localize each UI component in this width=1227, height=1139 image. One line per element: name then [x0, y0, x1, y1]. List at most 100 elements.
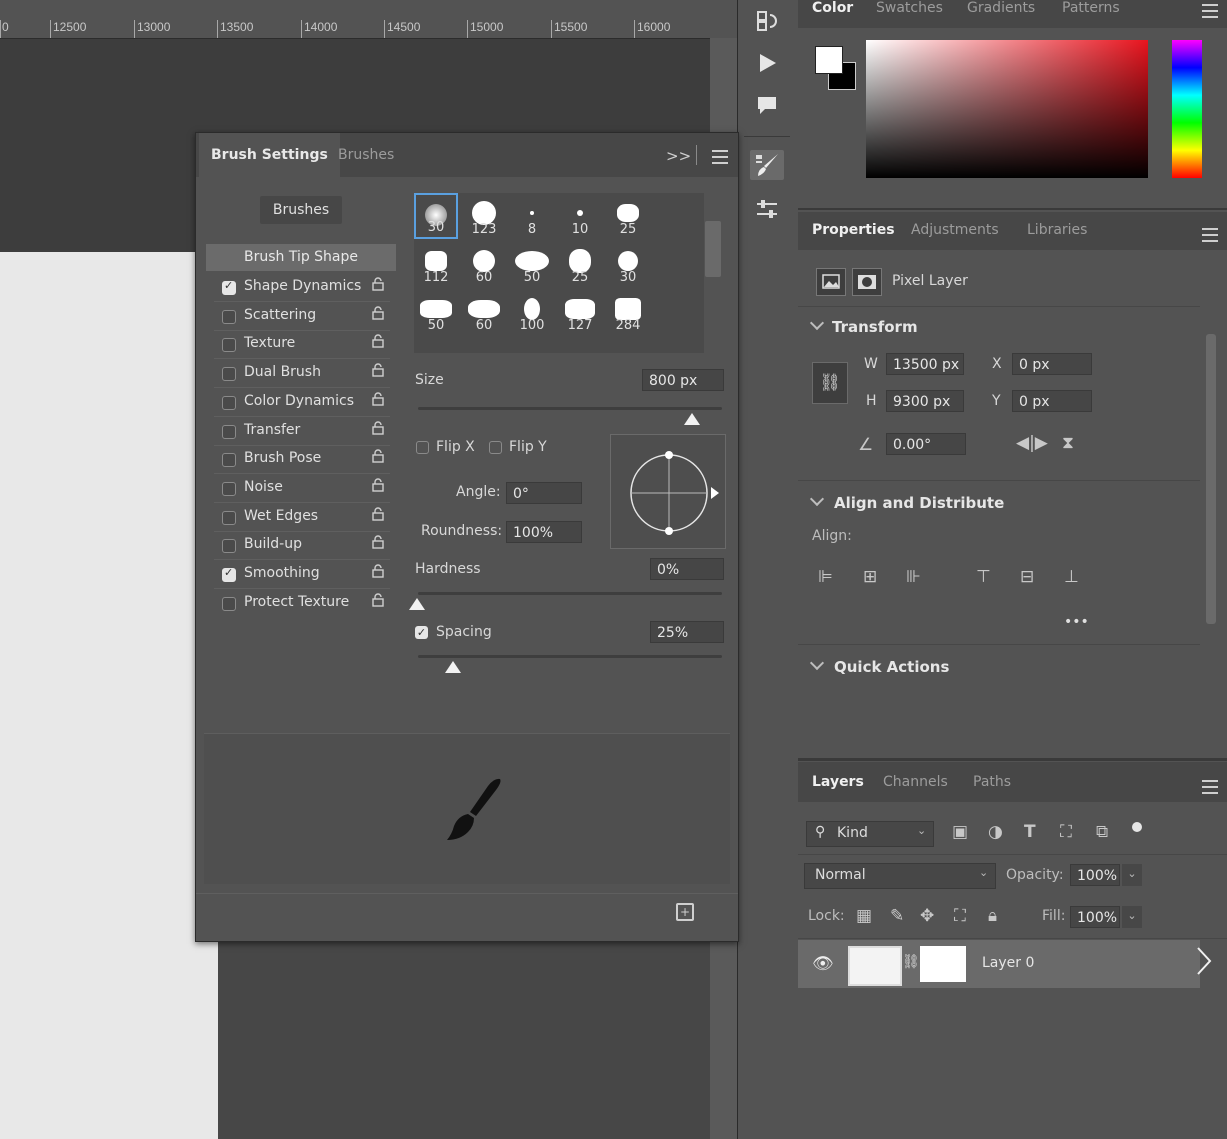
- hardness-field[interactable]: 0%: [650, 558, 724, 580]
- brush-option-checkbox[interactable]: [222, 596, 236, 611]
- tab-adjustments[interactable]: Adjustments: [911, 222, 999, 238]
- filter-pixel-icon[interactable]: ▣: [952, 822, 968, 842]
- lock-icon[interactable]: [372, 506, 384, 521]
- lock-icon[interactable]: [372, 277, 384, 291]
- align-chevron-icon[interactable]: [809, 491, 825, 507]
- fill-chevron-icon[interactable]: ⌄: [1122, 906, 1142, 928]
- brush-option-row[interactable]: Dual Brush: [206, 360, 390, 386]
- collapse-panel-icon[interactable]: >>: [666, 147, 691, 165]
- brush-preset[interactable]: 60: [462, 289, 506, 335]
- brush-option-checkbox[interactable]: [222, 424, 236, 439]
- tab-brush-settings[interactable]: Brush Settings: [199, 133, 340, 177]
- flip-horizontal-icon[interactable]: ◀|▶: [1016, 433, 1048, 453]
- brush-preset[interactable]: 30: [606, 241, 650, 287]
- lock-icon[interactable]: [372, 564, 384, 578]
- angle-field[interactable]: 0°: [506, 482, 582, 504]
- brush-option-checkbox[interactable]: [222, 309, 236, 324]
- hue-slider[interactable]: [1172, 40, 1202, 178]
- document-canvas[interactable]: [0, 252, 218, 1139]
- align-bottom-icon[interactable]: ⊥: [1064, 567, 1079, 587]
- filter-shape-icon[interactable]: ⛶: [1060, 822, 1072, 842]
- brush-preset[interactable]: 100: [510, 289, 554, 335]
- tab-libraries[interactable]: Libraries: [1027, 222, 1087, 238]
- comments-icon[interactable]: [750, 90, 784, 120]
- align-right-icon[interactable]: ⊪: [906, 567, 921, 587]
- brush-option-row[interactable]: Brush Pose: [206, 446, 390, 472]
- opacity-chevron-icon[interactable]: ⌄: [1122, 864, 1142, 886]
- history-icon[interactable]: [750, 6, 784, 36]
- roundness-field[interactable]: 100%: [506, 521, 582, 543]
- align-vertical-center-icon[interactable]: ⊟: [1020, 567, 1034, 587]
- link-dimensions-icon[interactable]: ⛓: [812, 362, 848, 404]
- panel-menu-icon[interactable]: [712, 150, 728, 164]
- lock-icon[interactable]: [372, 334, 384, 349]
- brush-option-row[interactable]: Wet Edges: [206, 504, 390, 530]
- fill-field[interactable]: 100%: [1070, 906, 1120, 928]
- align-horizontal-center-icon[interactable]: ⊞: [863, 567, 877, 587]
- hardness-slider-thumb[interactable]: [409, 598, 425, 610]
- brush-option-checkbox[interactable]: [222, 539, 236, 554]
- brush-option-row[interactable]: Transfer: [206, 418, 390, 444]
- height-field[interactable]: 9300 px: [886, 390, 964, 412]
- brush-option-checkbox[interactable]: [222, 395, 236, 410]
- lock-icon[interactable]: [372, 449, 384, 463]
- layer-mask-thumbnail[interactable]: [920, 946, 966, 982]
- blend-mode-dropdown[interactable]: Normal ⌄: [804, 863, 996, 889]
- filter-type-icon[interactable]: T: [1024, 822, 1036, 842]
- brush-preset[interactable]: 123: [462, 193, 506, 239]
- brush-preset[interactable]: 60: [462, 241, 506, 287]
- brush-option-checkbox[interactable]: [222, 453, 236, 468]
- brush-option-checkbox[interactable]: [222, 566, 236, 582]
- layers-menu-icon[interactable]: [1202, 780, 1218, 794]
- layer-thumbnail[interactable]: [848, 946, 902, 986]
- hardness-slider[interactable]: [418, 592, 722, 595]
- adjustments-sliders-icon[interactable]: [750, 194, 784, 224]
- tab-brushes[interactable]: Brushes: [326, 133, 406, 177]
- size-field[interactable]: 800 px: [642, 369, 724, 391]
- lock-icon[interactable]: [372, 306, 384, 320]
- tab-properties[interactable]: Properties: [812, 222, 895, 238]
- spacing-field[interactable]: 25%: [650, 621, 724, 643]
- x-field[interactable]: 0 px: [1012, 353, 1092, 375]
- brush-option-checkbox[interactable]: [222, 367, 236, 382]
- brush-option-checkbox[interactable]: [222, 338, 236, 353]
- brush-option-checkbox[interactable]: [222, 279, 236, 295]
- visibility-eye-icon[interactable]: 👁︎: [812, 954, 834, 974]
- more-options-button[interactable]: •••: [1064, 614, 1089, 630]
- filter-toggle-icon[interactable]: [1132, 822, 1142, 832]
- spacing-slider[interactable]: [418, 655, 722, 658]
- lock-icon[interactable]: [372, 392, 384, 406]
- brush-option-row[interactable]: Build-up: [206, 532, 390, 558]
- angle-roundness-preview[interactable]: [610, 434, 726, 549]
- brush-option-checkbox[interactable]: [222, 510, 236, 525]
- brush-preset[interactable]: 50: [414, 289, 458, 335]
- size-slider-thumb[interactable]: [683, 413, 700, 425]
- lock-icon[interactable]: [372, 478, 384, 492]
- brush-preset[interactable]: 25: [606, 193, 650, 239]
- brush-option-row[interactable]: Shape Dynamics: [206, 274, 390, 300]
- brush-option-row[interactable]: Scattering: [206, 303, 390, 329]
- lock-transparent-pixels-icon[interactable]: ▦: [856, 906, 872, 926]
- rotation-field[interactable]: 0.00°: [886, 433, 966, 455]
- lock-position-icon[interactable]: ✥: [920, 906, 934, 926]
- tab-swatches[interactable]: Swatches: [876, 0, 943, 16]
- brush-option-row[interactable]: Smoothing: [206, 561, 390, 587]
- brush-preset[interactable]: 25: [558, 241, 602, 287]
- align-top-icon[interactable]: ⊤: [976, 567, 991, 587]
- transform-chevron-icon[interactable]: [809, 315, 825, 331]
- tab-paths[interactable]: Paths: [973, 774, 1011, 790]
- brush-option-row[interactable]: Color Dynamics: [206, 389, 390, 415]
- brush-preset[interactable]: 10: [558, 193, 602, 239]
- brush-tip-shape-item[interactable]: Brush Tip Shape: [206, 244, 396, 271]
- lock-image-pixels-icon[interactable]: ✎: [890, 906, 904, 926]
- layer-filter-dropdown[interactable]: ⚲ Kind ⌄: [806, 821, 934, 847]
- properties-scrollbar[interactable]: [1204, 318, 1218, 718]
- quick-actions-chevron-icon[interactable]: [809, 655, 825, 671]
- tab-channels[interactable]: Channels: [883, 774, 948, 790]
- size-slider[interactable]: [418, 407, 722, 410]
- create-new-brush-icon[interactable]: +: [676, 903, 694, 921]
- brushes-button[interactable]: Brushes: [260, 196, 342, 224]
- brush-option-checkbox[interactable]: [222, 481, 236, 496]
- flip-vertical-icon[interactable]: ⧗: [1062, 433, 1074, 453]
- opacity-field[interactable]: 100%: [1070, 864, 1120, 886]
